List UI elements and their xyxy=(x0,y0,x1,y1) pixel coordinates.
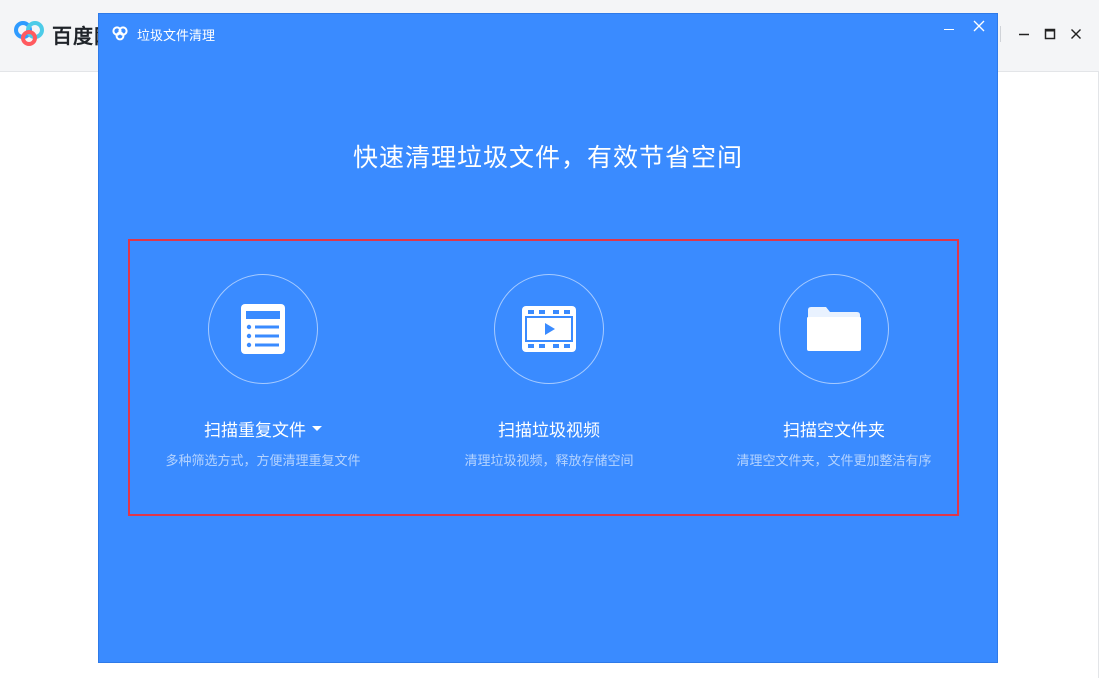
scan-duplicate-files-option[interactable]: 扫描重复文件 多种筛选方式，方便清理重复文件 xyxy=(118,274,408,469)
option-title-row: 扫描空文件夹 xyxy=(689,417,979,441)
main-window-controls xyxy=(990,24,1089,44)
list-document-icon xyxy=(241,304,285,354)
option-title: 扫描垃圾视频 xyxy=(498,420,600,441)
option-title: 扫描空文件夹 xyxy=(783,420,885,441)
option-icon-circle[interactable] xyxy=(208,274,318,384)
scan-junk-videos-option[interactable]: 扫描垃圾视频 清理垃圾视频，释放存储空间 xyxy=(404,274,694,469)
option-title-row: 扫描垃圾视频 xyxy=(404,417,694,441)
option-description: 清理垃圾视频，释放存储空间 xyxy=(464,454,634,469)
minimize-button[interactable] xyxy=(1011,24,1037,44)
video-file-icon xyxy=(522,306,576,352)
maximize-icon xyxy=(1044,28,1056,40)
dialog-minimize-button[interactable] xyxy=(939,18,959,38)
option-title: 扫描重复文件 xyxy=(204,420,306,441)
dialog-title: 垃圾文件清理 xyxy=(137,29,216,44)
maximize-button[interactable] xyxy=(1037,24,1063,44)
app-name: 百度网盘 xyxy=(52,24,98,48)
close-icon xyxy=(1071,29,1081,39)
option-icon-circle[interactable] xyxy=(779,274,889,384)
option-description: 多种筛选方式，方便清理重复文件 xyxy=(165,454,361,469)
folder-icon xyxy=(807,307,861,351)
option-icon-circle[interactable] xyxy=(494,274,604,384)
option-title-row: 扫描重复文件 xyxy=(118,417,408,441)
dialog-close-button[interactable] xyxy=(969,16,989,36)
dialog-cloud-icon xyxy=(112,26,128,41)
dialog-headline: 快速清理垃圾文件，有效节省空间 xyxy=(352,143,743,172)
minimize-icon xyxy=(1019,33,1029,36)
option-description: 清理空文件夹，文件更加整洁有序 xyxy=(736,454,932,469)
junk-cleanup-dialog: 垃圾文件清理 快速清理垃圾文件，有效节省空间 扫描重复文件 多种筛选方式，方便清… xyxy=(98,13,998,663)
scan-empty-folders-option[interactable]: 扫描空文件夹 清理空文件夹，文件更加整洁有序 xyxy=(689,274,979,469)
close-icon xyxy=(973,20,985,32)
close-button[interactable] xyxy=(1063,24,1089,44)
dropdown-caret-icon[interactable] xyxy=(312,425,322,431)
baidu-netdisk-logo-icon xyxy=(14,21,44,46)
titlebar-separator xyxy=(1000,26,1001,42)
